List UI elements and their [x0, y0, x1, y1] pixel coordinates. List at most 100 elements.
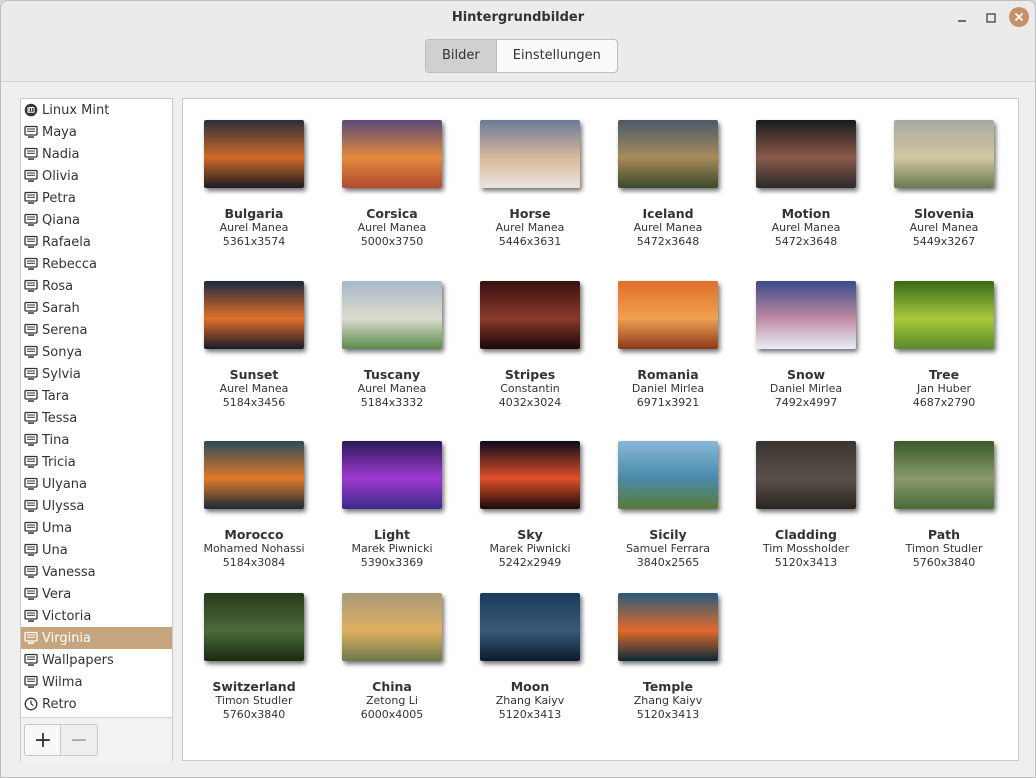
sidebar-item-tricia[interactable]: Tricia [21, 451, 172, 473]
add-folder-button[interactable]: + [24, 724, 62, 756]
sidebar-item-uma[interactable]: Uma [21, 517, 172, 539]
sidebar-item-ulyana[interactable]: Ulyana [21, 473, 172, 495]
sidebar-item-una[interactable]: Una [21, 539, 172, 561]
sidebar-item-tina[interactable]: Tina [21, 429, 172, 451]
wallpaper-thumbnail[interactable] [756, 281, 856, 349]
sidebar-item-ulyssa[interactable]: Ulyssa [21, 495, 172, 517]
wallpaper-thumbnail[interactable] [618, 120, 718, 188]
wallpaper-card-sicily[interactable]: Sicily Samuel Ferrara 3840x2565 [599, 441, 737, 570]
wallpaper-thumbnail[interactable] [894, 441, 994, 509]
tab-einstellungen[interactable]: Einstellungen [497, 40, 617, 72]
wallpaper-name: Stripes [504, 367, 556, 382]
sidebar-item-wallpapers[interactable]: Wallpapers [21, 649, 172, 671]
wallpaper-name: Tuscany [363, 367, 421, 382]
wallpaper-card-romania[interactable]: Romania Daniel Mirlea 6971x3921 [599, 281, 737, 410]
wallpaper-thumbnail[interactable] [204, 281, 304, 349]
wallpaper-thumbnail[interactable] [894, 281, 994, 349]
wallpaper-thumbnail[interactable] [618, 281, 718, 349]
sidebar-item-virginia[interactable]: Virginia [21, 627, 172, 649]
sidebar-item-olivia[interactable]: Olivia [21, 165, 172, 187]
wallpaper-thumbnail[interactable] [342, 281, 442, 349]
sidebar-item-sarah[interactable]: Sarah [21, 297, 172, 319]
wallpaper-thumbnail[interactable] [618, 593, 718, 661]
wallpaper-card-light[interactable]: Light Marek Piwnicki 5390x3369 [323, 441, 461, 570]
wallpaper-author: Aurel Manea [219, 382, 289, 395]
wallpaper-card-iceland[interactable]: Iceland Aurel Manea 5472x3648 [599, 120, 737, 249]
wallpaper-card-stripes[interactable]: Stripes Constantin 4032x3024 [461, 281, 599, 410]
wallpaper-card-slovenia[interactable]: Slovenia Aurel Manea 5449x3267 [875, 120, 1013, 249]
wallpaper-card-horse[interactable]: Horse Aurel Manea 5446x3631 [461, 120, 599, 249]
wallpaper-resolution: 5361x3574 [222, 235, 286, 248]
minimize-button[interactable] [953, 9, 971, 27]
wallpaper-thumbnail[interactable] [204, 120, 304, 188]
sidebar-item-nadia[interactable]: Nadia [21, 143, 172, 165]
sidebar-item-sonya[interactable]: Sonya [21, 341, 172, 363]
maximize-button[interactable] [982, 9, 1000, 27]
wallpaper-thumbnail[interactable] [342, 441, 442, 509]
wallpaper-author: Constantin [500, 382, 560, 395]
sidebar-item-label: Sylvia [42, 366, 81, 382]
wallpaper-thumbnail[interactable] [480, 281, 580, 349]
sidebar-item-retro[interactable]: Retro [21, 693, 172, 715]
sidebar-item-victoria[interactable]: Victoria [21, 605, 172, 627]
collection-list[interactable]: Linux Mint Maya Nadia Olivia Petra Qiana Rafae… [21, 99, 172, 717]
remove-folder-button[interactable]: − [60, 724, 98, 756]
wallpaper-card-snow[interactable]: Snow Daniel Mirlea 7492x4997 [737, 281, 875, 410]
wallpaper-thumbnail[interactable] [756, 441, 856, 509]
wallpaper-thumbnail[interactable] [204, 441, 304, 509]
wallpaper-resolution: 5120x3413 [498, 708, 562, 721]
wallpaper-card-tuscany[interactable]: Tuscany Aurel Manea 5184x3332 [323, 281, 461, 410]
wallpaper-card-tree[interactable]: Tree Jan Huber 4687x2790 [875, 281, 1013, 410]
wallpaper-name: Snow [786, 367, 826, 382]
wallpaper-card-switzerland[interactable]: Switzerland Timon Studler 5760x3840 [185, 593, 323, 722]
wallpaper-resolution: 5472x3648 [774, 235, 838, 248]
wallpaper-name: Sky [517, 527, 543, 542]
sidebar-item-sylvia[interactable]: Sylvia [21, 363, 172, 385]
wallpaper-thumbnail[interactable] [480, 593, 580, 661]
sidebar-item-tara[interactable]: Tara [21, 385, 172, 407]
wallpaper-card-motion[interactable]: Motion Aurel Manea 5472x3648 [737, 120, 875, 249]
sidebar-item-rosa[interactable]: Rosa [21, 275, 172, 297]
wallpaper-resolution: 5120x3413 [774, 556, 838, 569]
wallpaper-name: Light [373, 527, 411, 542]
wallpaper-card-sunset[interactable]: Sunset Aurel Manea 5184x3456 [185, 281, 323, 410]
wallpaper-resolution: 7492x4997 [774, 396, 838, 409]
clock-icon [24, 697, 38, 711]
monitor-icon [24, 543, 38, 557]
wallpaper-card-cladding[interactable]: Cladding Tim Mossholder 5120x3413 [737, 441, 875, 570]
sidebar-item-petra[interactable]: Petra [21, 187, 172, 209]
sidebar-item-vera[interactable]: Vera [21, 583, 172, 605]
sidebar-item-wilma[interactable]: Wilma [21, 671, 172, 693]
minimize-icon [958, 20, 966, 22]
wallpaper-card-moon[interactable]: Moon Zhang Kaiyv 5120x3413 [461, 593, 599, 722]
sidebar-item-rafaela[interactable]: Rafaela [21, 231, 172, 253]
sidebar-item-serena[interactable]: Serena [21, 319, 172, 341]
wallpaper-card-morocco[interactable]: Morocco Mohamed Nohassi 5184x3084 [185, 441, 323, 570]
sidebar-item-tessa[interactable]: Tessa [21, 407, 172, 429]
sidebar-item-qiana[interactable]: Qiana [21, 209, 172, 231]
wallpaper-card-temple[interactable]: Temple Zhang Kaiyv 5120x3413 [599, 593, 737, 722]
wallpaper-card-corsica[interactable]: Corsica Aurel Manea 5000x3750 [323, 120, 461, 249]
wallpaper-author: Aurel Manea [495, 221, 565, 234]
wallpaper-card-bulgaria[interactable]: Bulgaria Aurel Manea 5361x3574 [185, 120, 323, 249]
sidebar-item-rebecca[interactable]: Rebecca [21, 253, 172, 275]
wallpaper-thumbnail[interactable] [342, 593, 442, 661]
sidebar-item-maya[interactable]: Maya [21, 121, 172, 143]
wallpaper-thumbnail[interactable] [342, 120, 442, 188]
titlebar: Hintergrundbilder Bilder Einstellungen [1, 1, 1035, 82]
wallpaper-card-path[interactable]: Path Timon Studler 5760x3840 [875, 441, 1013, 570]
wallpaper-thumbnail[interactable] [894, 120, 994, 188]
wallpaper-thumbnail[interactable] [480, 441, 580, 509]
wallpaper-card-china[interactable]: China Zetong Li 6000x4005 [323, 593, 461, 722]
sidebar-item-label: Sonya [42, 344, 83, 360]
wallpaper-thumbnail[interactable] [756, 120, 856, 188]
wallpaper-thumbnail[interactable] [204, 593, 304, 661]
close-button[interactable] [1009, 7, 1029, 27]
wallpaper-thumbnail[interactable] [618, 441, 718, 509]
sidebar-item-linux-mint[interactable]: Linux Mint [21, 99, 172, 121]
wallpaper-author: Timon Studler [215, 694, 293, 707]
tab-bilder[interactable]: Bilder [426, 40, 497, 72]
sidebar-item-vanessa[interactable]: Vanessa [21, 561, 172, 583]
wallpaper-thumbnail[interactable] [480, 120, 580, 188]
wallpaper-card-sky[interactable]: Sky Marek Piwnicki 5242x2949 [461, 441, 599, 570]
